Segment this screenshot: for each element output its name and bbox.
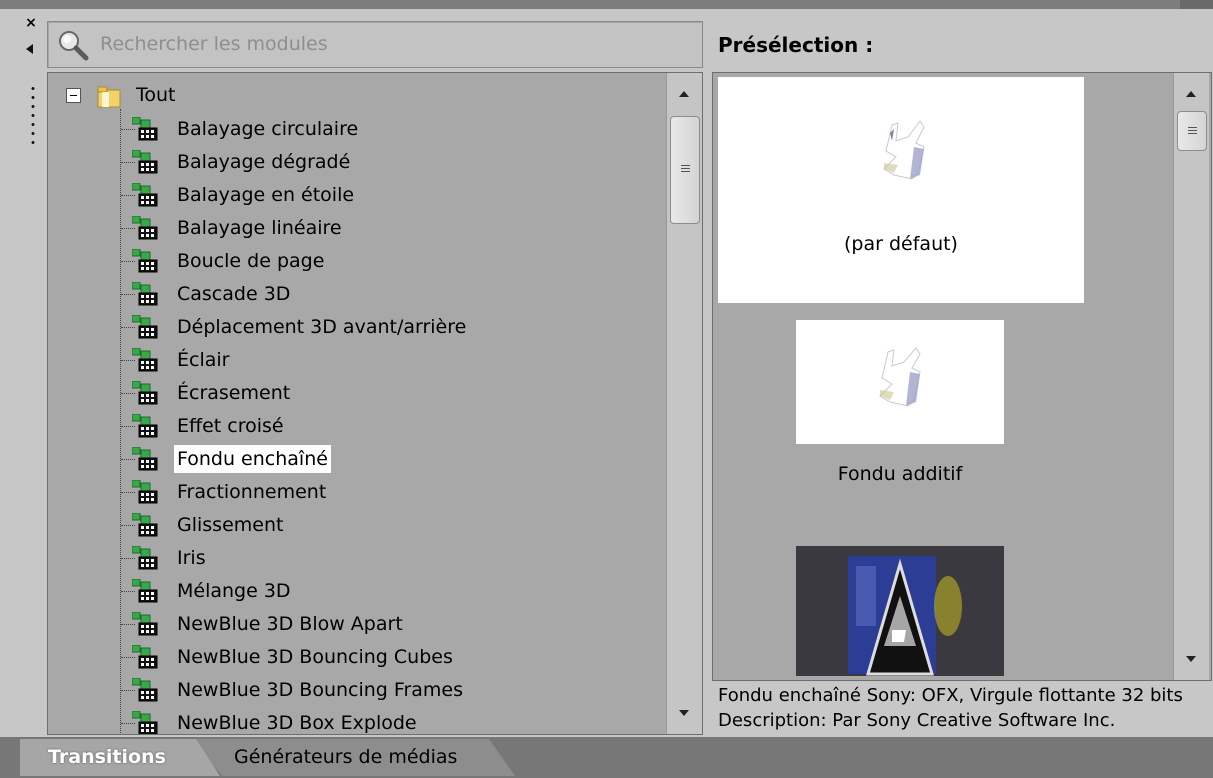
plugin-icon [131, 479, 160, 504]
preset-scrollbar[interactable] [1173, 73, 1209, 680]
search-box[interactable] [47, 21, 703, 68]
tree-item-label: Balayage circulaire [177, 118, 359, 140]
scroll-down-icon[interactable] [1186, 656, 1196, 662]
tree-item-label: NewBlue 3D Bouncing Cubes [177, 646, 453, 668]
tree-item[interactable]: Éclair [48, 344, 666, 376]
plugin-icon [131, 281, 160, 306]
tree-item-label: Glissement [177, 514, 284, 536]
preset-thumbnail [879, 347, 921, 407]
scroll-down-icon[interactable] [679, 710, 689, 716]
plugin-icon [131, 677, 160, 702]
plugin-info: Fondu enchaîné Sony: OFX, Virgule flotta… [718, 683, 1210, 735]
tree-item-label: Mélange 3D [177, 580, 291, 602]
scroll-thumb[interactable] [1177, 111, 1207, 151]
preset-label: (par défaut) [844, 233, 958, 255]
plugin-icon [131, 644, 160, 669]
collapse-arrow-icon[interactable] [26, 44, 33, 54]
plugin-icon [131, 380, 160, 405]
tree-item[interactable]: Balayage en étoile [48, 179, 666, 211]
tree-item[interactable]: Balayage linéaire [48, 212, 666, 244]
top-right-strip [1180, 0, 1213, 9]
tree-item-label: Fondu enchaîné [174, 445, 331, 473]
tree-root[interactable]: Tout [48, 81, 666, 111]
top-strip [0, 0, 1213, 9]
preset-thumbnail [883, 120, 925, 180]
tree-item[interactable]: NewBlue 3D Blow Apart [48, 608, 666, 640]
tree-item[interactable]: Déplacement 3D avant/arrière [48, 311, 666, 343]
preset-fondu-additif[interactable] [796, 320, 1004, 444]
tree-item-label: NewBlue 3D Bouncing Frames [177, 679, 463, 701]
tree-item[interactable]: Fractionnement [48, 476, 666, 508]
plugin-icon [131, 446, 160, 471]
plugin-icon [131, 413, 160, 438]
tree-item[interactable]: NewBlue 3D Bouncing Cubes [48, 641, 666, 673]
tree-item-label: Balayage linéaire [177, 217, 342, 239]
plugin-icon [131, 347, 160, 372]
tree-item[interactable]: Boucle de page [48, 245, 666, 277]
tree-item[interactable]: Iris [48, 542, 666, 574]
tree-item-label: Fractionnement [177, 481, 327, 503]
tab-transitions[interactable]: Transitions [20, 739, 220, 776]
search-input[interactable] [100, 29, 690, 59]
scroll-up-icon[interactable] [679, 91, 689, 97]
tree-root-label: Tout [136, 84, 176, 106]
tree-item[interactable]: Fondu enchaîné [48, 443, 666, 475]
tree-item-label: Balayage dégradé [177, 151, 351, 173]
tree-item-label: Boucle de page [177, 250, 325, 272]
tree-item-label: Cascade 3D [177, 283, 291, 305]
tab-generateurs-de-medias[interactable]: Générateurs de médias [190, 739, 515, 776]
tree-item-label: NewBlue 3D Box Explode [177, 712, 417, 734]
tree-item[interactable]: Balayage circulaire [48, 113, 666, 145]
plugin-icon [131, 512, 160, 537]
plugin-icon [131, 182, 160, 207]
plugin-icon [131, 578, 160, 603]
tree-item[interactable]: Effet croisé [48, 410, 666, 442]
tree-item-label: Éclair [177, 349, 230, 371]
tree-item-label: NewBlue 3D Blow Apart [177, 613, 403, 635]
tree-item[interactable]: NewBlue 3D Bouncing Frames [48, 674, 666, 706]
close-icon[interactable]: × [24, 16, 38, 30]
drag-grip-icon[interactable] [30, 84, 36, 146]
preset-label: Fondu additif [837, 463, 963, 485]
tree-item[interactable]: Cascade 3D [48, 278, 666, 310]
tree-item[interactable]: Balayage dégradé [48, 146, 666, 178]
tree-item[interactable]: NewBlue 3D Box Explode [48, 707, 666, 734]
tree-item-label: Effet croisé [177, 415, 284, 437]
folder-icon [97, 86, 121, 108]
tree-scrollbar[interactable] [666, 73, 702, 734]
plugin-icon [131, 215, 160, 240]
plugin-icon [131, 611, 160, 636]
plugin-icon [131, 248, 160, 273]
scroll-thumb[interactable] [670, 116, 700, 224]
tree-content: Tout Balayage circulaire Balayage dégradé… [48, 73, 666, 734]
tree-item[interactable]: Écrasement [48, 377, 666, 409]
transitions-window: × Tout Balayage circulaire Balayage dégra… [0, 0, 1213, 778]
plugin-icon [131, 314, 160, 339]
preset-thumbnail [848, 556, 962, 676]
tree-item-label: Iris [177, 547, 206, 569]
tree-item-label: Déplacement 3D avant/arrière [177, 316, 467, 338]
preset-default[interactable]: (par défaut) [718, 77, 1084, 303]
scroll-up-icon[interactable] [1186, 91, 1196, 97]
tree-item-label: Balayage en étoile [177, 184, 355, 206]
tree-item[interactable]: Mélange 3D [48, 575, 666, 607]
plugin-icon [131, 149, 160, 174]
plugin-icon [131, 710, 160, 734]
preset-thumbnail-dark[interactable] [796, 546, 1004, 676]
tree-item-label: Écrasement [177, 382, 291, 404]
magnifier-icon [59, 31, 89, 61]
tree-item[interactable]: Glissement [48, 509, 666, 541]
module-tree[interactable]: Tout Balayage circulaire Balayage dégradé… [47, 72, 703, 735]
preset-title: Présélection : [718, 33, 874, 57]
plugin-icon [131, 116, 160, 141]
plugin-info-line2: Description: Par Sony Creative Software … [718, 710, 1116, 731]
plugin-info-line1: Fondu enchaîné Sony: OFX, Virgule flotta… [718, 685, 1183, 706]
collapse-toggle-icon[interactable] [66, 88, 81, 103]
plugin-icon [131, 545, 160, 570]
preset-panel[interactable]: (par défaut) Fondu additif [712, 72, 1212, 681]
